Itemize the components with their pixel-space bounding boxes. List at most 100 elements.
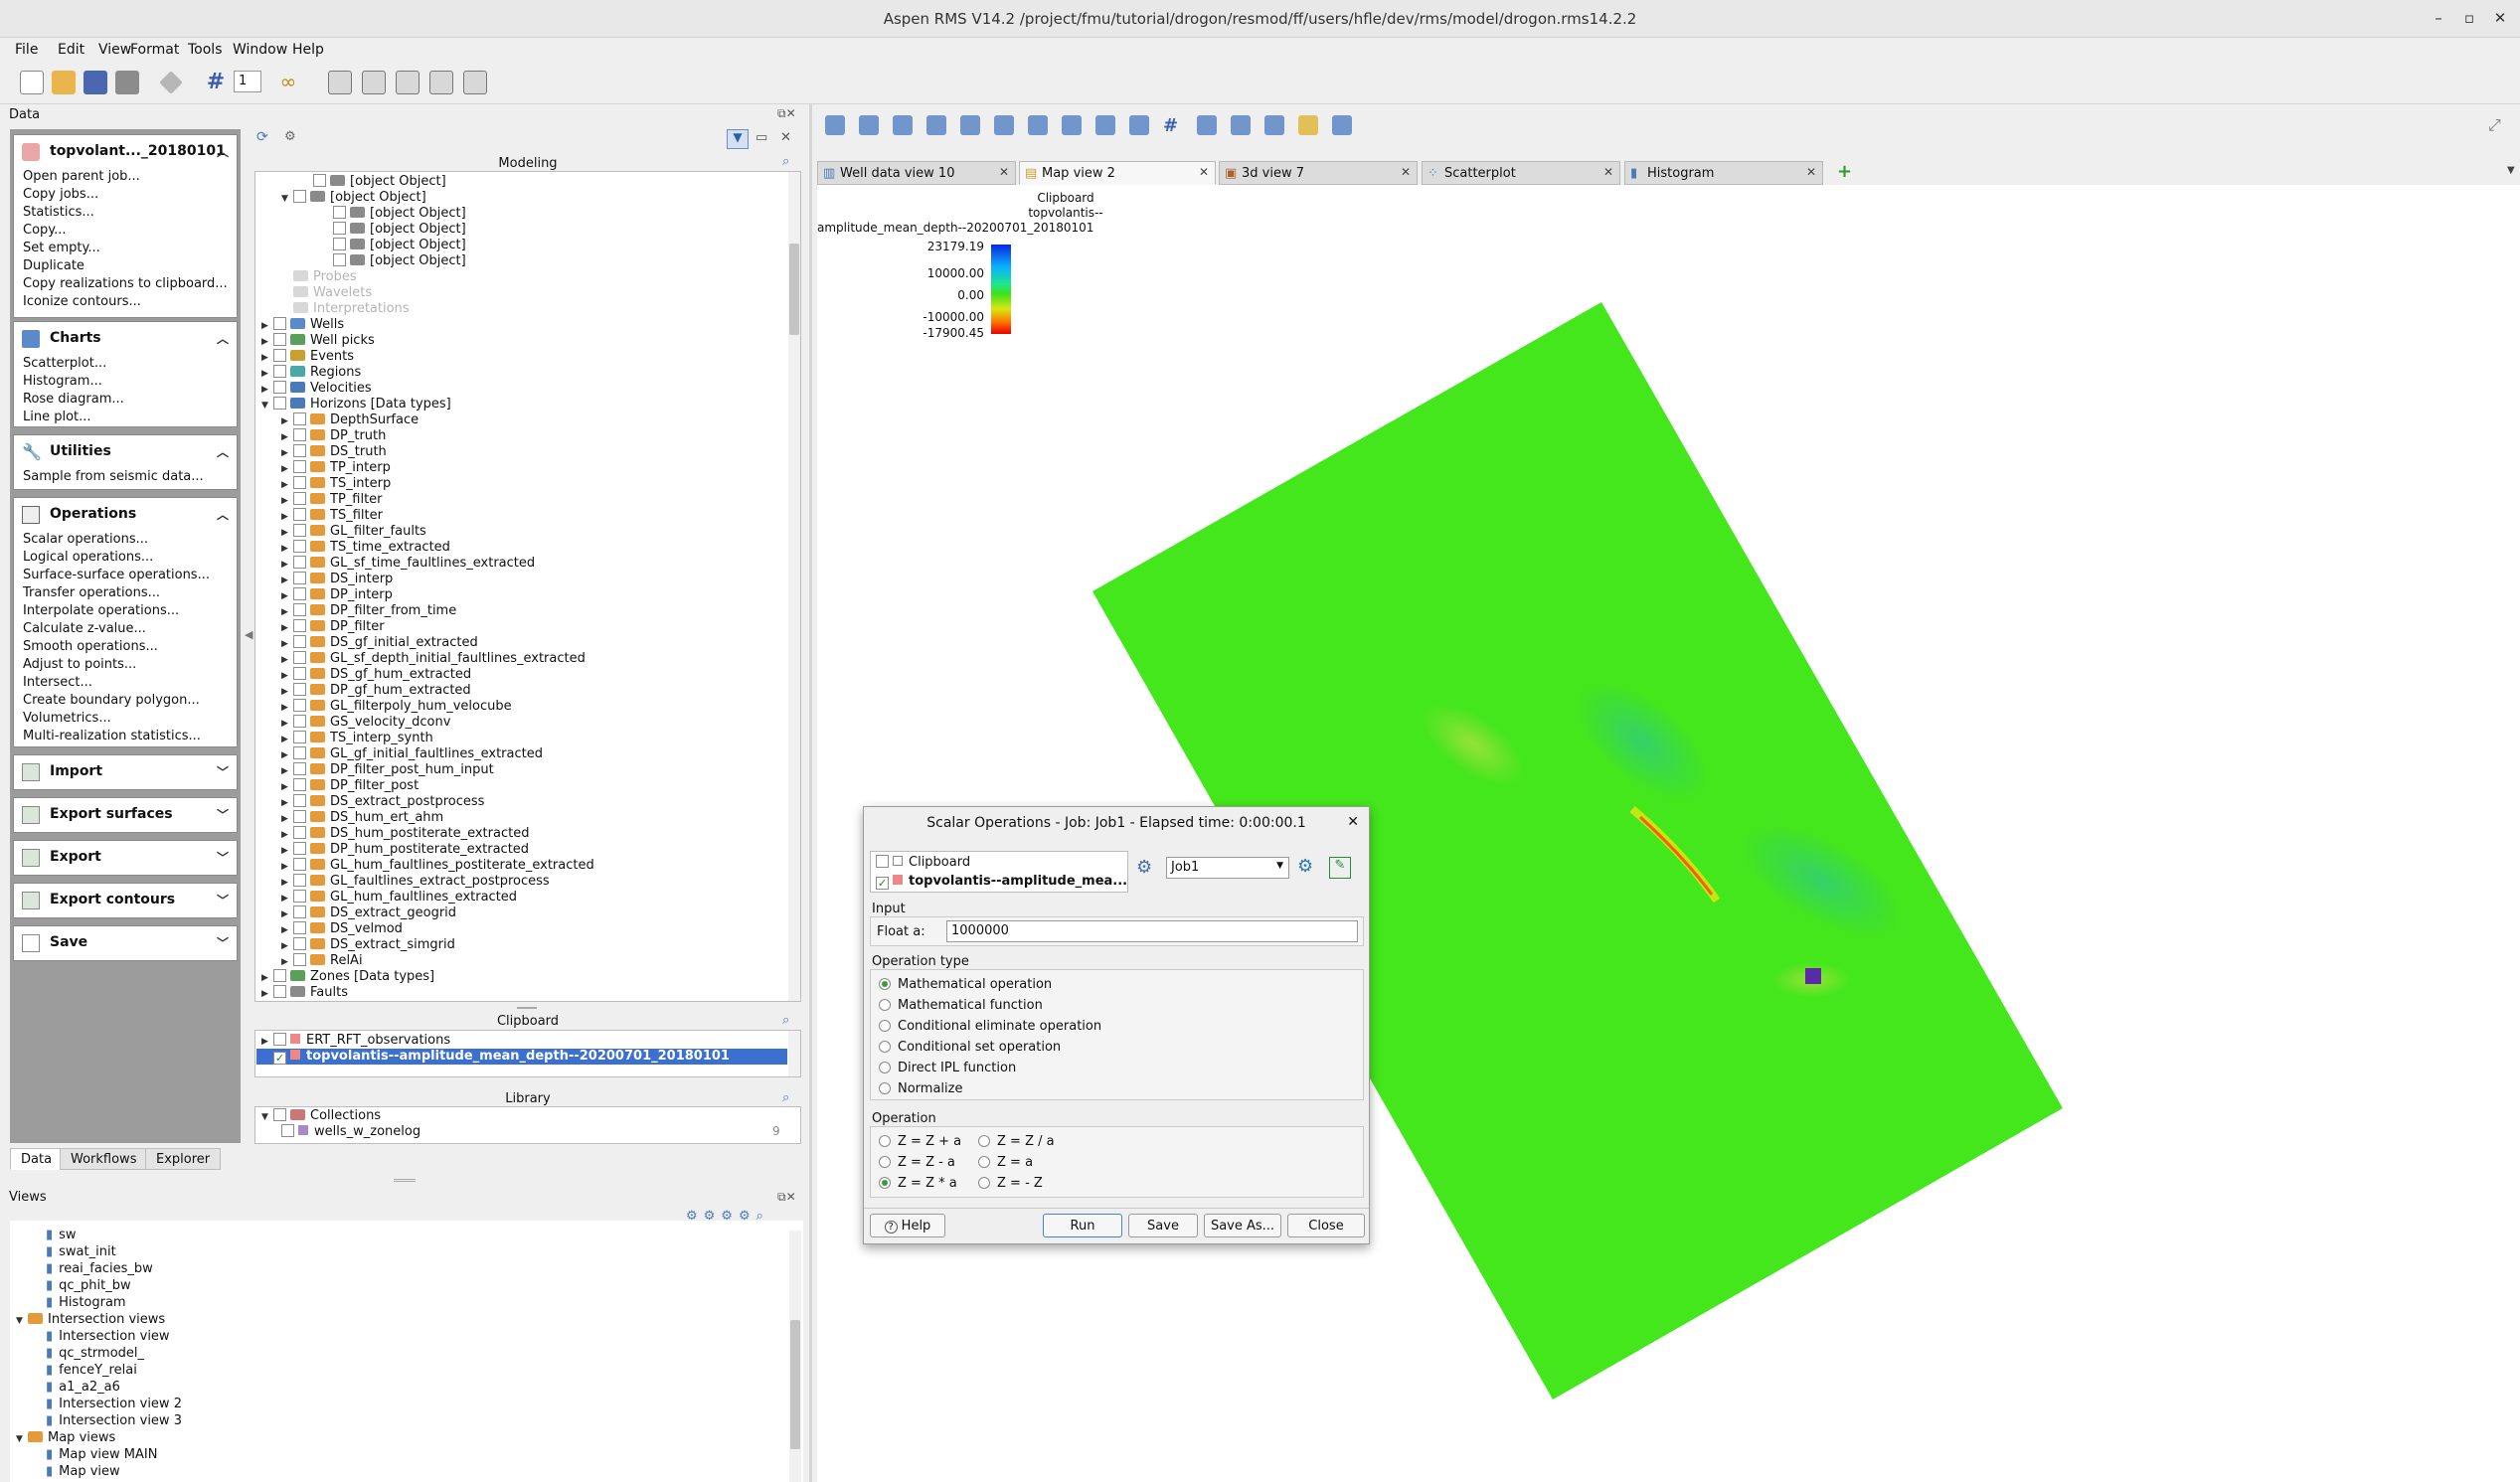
expand-arrow-icon[interactable]: ▶ (281, 814, 293, 824)
job-manage-icon[interactable]: ⚙ (1297, 856, 1313, 877)
north-arrow-icon[interactable] (1231, 115, 1251, 135)
tree-item[interactable]: ▶ DS_gf_initial_extracted (281, 635, 478, 651)
action-item[interactable]: Adjust to points... (14, 657, 237, 675)
color-table-icon[interactable] (1298, 115, 1318, 135)
expand-arrow-icon[interactable]: ▶ (281, 560, 293, 570)
charts-header[interactable]: Charts ︿ (14, 322, 237, 356)
operation-option[interactable]: Z = Z * a (879, 1176, 957, 1191)
tree-item[interactable]: ▶ DepthSurface (281, 412, 419, 428)
action-item[interactable]: Histogram... (14, 374, 237, 392)
dialog-close-icon[interactable]: ✕ (1347, 814, 1359, 830)
minimize-icon[interactable]: – (2429, 9, 2448, 27)
tree-item[interactable]: ▶ DS_truth (281, 444, 387, 460)
menu-help[interactable]: Help (292, 42, 324, 58)
expand-arrow-icon[interactable]: ▶ (281, 639, 293, 649)
tab-3d-view[interactable]: ▣ 3d view 7 ✕ (1219, 161, 1418, 185)
checkbox[interactable] (293, 921, 306, 934)
expand-arrow-icon[interactable]: ▶ (281, 894, 293, 904)
action-item[interactable]: Scalar operations... (14, 532, 237, 550)
radio[interactable] (879, 1062, 891, 1073)
checkbox[interactable] (293, 524, 306, 537)
action-item[interactable]: Surface-surface operations... (14, 568, 237, 585)
views-panel-float-icon[interactable]: ⧉✕ (777, 1190, 796, 1205)
checkbox[interactable] (293, 762, 306, 775)
view-item[interactable]: ▮ Map view MAIN (46, 1447, 157, 1463)
view-item[interactable]: ▮ sw (46, 1228, 77, 1243)
collapsed-section[interactable]: Save ﹀ (13, 925, 238, 961)
tree-item[interactable]: ▼ Horizons [Data types] (261, 397, 451, 412)
expand-arrow-icon[interactable]: ▶ (281, 719, 293, 729)
expand-arrow-icon[interactable]: ▶ (281, 496, 293, 506)
menu-file[interactable]: File (15, 42, 38, 58)
object-section-header[interactable]: topvolant..._20180101 ︿ (14, 135, 237, 169)
menu-edit[interactable]: Edit (58, 42, 84, 58)
expand-arrow-icon[interactable]: ▶ (281, 464, 293, 474)
tree-item[interactable]: [object Object] (301, 174, 446, 190)
expand-arrow-icon[interactable]: ▶ (281, 925, 293, 935)
tree-item[interactable]: Wavelets (281, 285, 372, 301)
probe-icon[interactable] (994, 115, 1014, 135)
checkbox[interactable] (293, 476, 306, 489)
action-item[interactable]: Copy jobs... (14, 187, 237, 205)
tree-item[interactable]: ▶ GL_filterpoly_hum_velocube (281, 699, 512, 715)
expand-arrow-icon[interactable]: ▶ (281, 782, 293, 792)
operation-option[interactable]: Z = Z - a (879, 1155, 955, 1170)
checkbox[interactable] (273, 397, 286, 410)
tree-item[interactable]: ▶ Regions (261, 365, 361, 381)
ruler-icon[interactable] (1197, 115, 1217, 135)
utilities-header[interactable]: 🔧 Utilities ︿ (14, 435, 237, 469)
filter-icon[interactable] (1028, 115, 1048, 135)
tab-histogram[interactable]: ▮ Histogram ✕ (1624, 161, 1823, 185)
expand-arrow-icon[interactable]: ▶ (261, 369, 273, 379)
checkbox[interactable] (293, 826, 306, 839)
tree-item[interactable]: ▶ GL_filter_faults (281, 524, 426, 540)
object-clipboard[interactable]: Clipboard (876, 855, 970, 870)
job-settings-icon[interactable]: ⚙ (1136, 857, 1152, 878)
action-item[interactable]: Volumetrics... (14, 711, 237, 729)
save-as-button[interactable]: Save As... (1204, 1214, 1281, 1237)
expand-arrow-icon[interactable]: ▶ (281, 623, 293, 633)
layout-2-icon[interactable] (362, 71, 386, 94)
action-item[interactable]: Calculate z-value... (14, 621, 237, 639)
checkbox[interactable] (293, 508, 306, 521)
clipboard-item[interactable]: ▶ ERT_RFT_observations (261, 1033, 450, 1049)
tree-item[interactable]: ▶ DP_gf_hum_extracted (281, 683, 471, 699)
settings-sliders-icon[interactable]: ⚙ (284, 129, 296, 144)
action-item[interactable]: Line plot... (14, 410, 237, 427)
checkbox[interactable] (293, 667, 306, 680)
tree-scrollbar[interactable] (788, 172, 800, 1001)
action-item[interactable]: Transfer operations... (14, 585, 237, 603)
menu-view[interactable]: View (98, 42, 131, 58)
expand-arrow-icon[interactable]: ▶ (281, 432, 293, 442)
tree-item[interactable]: ▼ [object Object] (281, 190, 426, 206)
collapsed-section[interactable]: Export contours ﹀ (13, 883, 238, 918)
expand-arrow-icon[interactable]: ▶ (281, 766, 293, 776)
section-header[interactable]: Save ﹀ (14, 926, 237, 960)
expand-arrow-icon[interactable]: ▼ (16, 1316, 28, 1326)
checkbox[interactable] (293, 810, 306, 823)
expand-arrow-icon[interactable]: ▶ (281, 941, 293, 951)
checked-checkbox[interactable]: ✓ (876, 877, 889, 890)
expand-arrow-icon[interactable]: ▶ (261, 973, 273, 983)
close-window-icon[interactable]: ✕ (2490, 9, 2510, 27)
checkbox[interactable] (313, 174, 326, 187)
checkbox[interactable] (273, 381, 286, 394)
slice-icon[interactable] (1062, 115, 1082, 135)
tree-item[interactable]: ▶ TS_interp_synth (281, 731, 433, 746)
tool-icon[interactable] (159, 71, 183, 94)
expand-arrow-icon[interactable]: ▶ (261, 337, 273, 347)
measure-icon[interactable] (960, 115, 980, 135)
tree-item[interactable]: ▶ DS_extract_simgrid (281, 937, 455, 953)
radio[interactable] (978, 1135, 990, 1147)
collapse-all-icon[interactable]: ✕ (780, 130, 791, 145)
action-item[interactable]: Duplicate (14, 258, 237, 276)
tree-item[interactable]: ▶ GS_velocity_dconv (281, 715, 450, 731)
expand-arrow-icon[interactable]: ▶ (281, 909, 293, 919)
action-item[interactable]: Iconize contours... (14, 294, 237, 312)
tree-item[interactable]: ▶ DS_extract_geogrid (281, 906, 456, 921)
radio[interactable] (879, 1135, 891, 1147)
view-item[interactable]: ▼ Intersection views (16, 1312, 165, 1328)
checkbox[interactable] (333, 238, 346, 250)
checked-checkbox[interactable]: ✓ (273, 1052, 286, 1065)
checkbox[interactable] (293, 778, 306, 791)
